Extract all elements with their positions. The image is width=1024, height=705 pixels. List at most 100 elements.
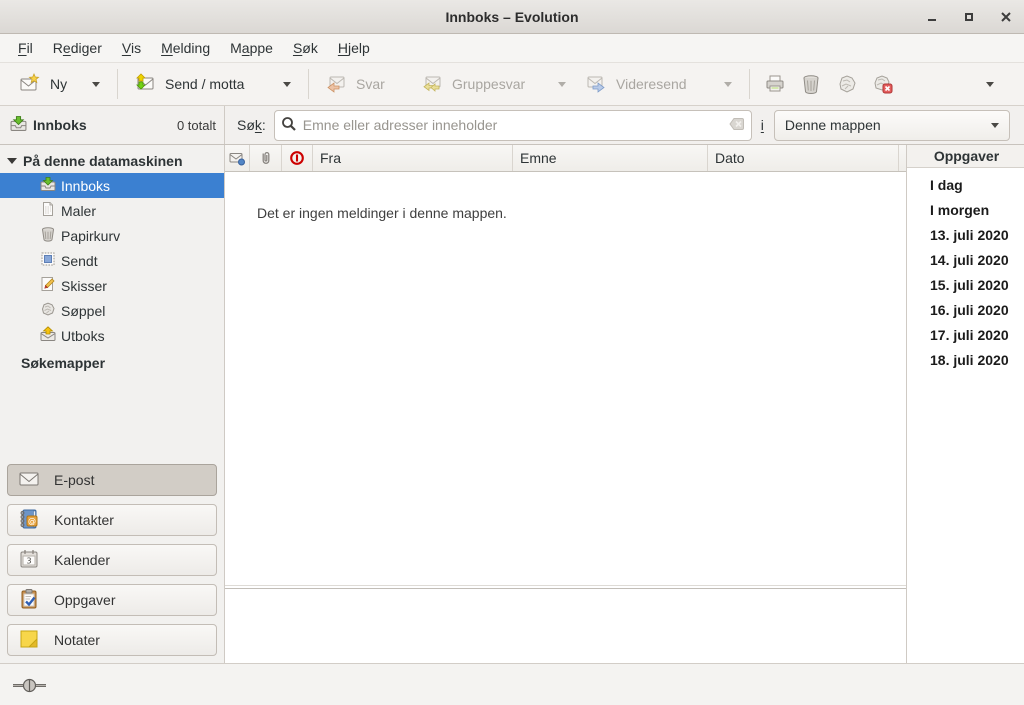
- menu-rediger[interactable]: Rediger: [43, 34, 112, 63]
- switcher-label: Kalender: [54, 552, 110, 568]
- not-junk-button[interactable]: [865, 67, 901, 101]
- search-label: Søk:: [237, 117, 266, 133]
- menu-melding[interactable]: Melding: [151, 34, 220, 63]
- new-message-button[interactable]: Ny: [10, 67, 110, 101]
- junk-icon: [40, 301, 56, 320]
- clear-search-icon[interactable]: [729, 116, 745, 135]
- search-scope-value: Denne mappen: [785, 117, 881, 133]
- trash-icon: [40, 226, 56, 245]
- switcher-contacts-button[interactable]: @ Kontakter: [7, 504, 217, 536]
- new-mail-icon: [20, 73, 40, 96]
- forward-label: Videresend: [616, 76, 687, 92]
- task-group-date[interactable]: 15. juli 2020: [907, 273, 1024, 298]
- task-group-date[interactable]: 17. juli 2020: [907, 323, 1024, 348]
- expander-icon[interactable]: [7, 158, 17, 164]
- folder-label: Innboks: [61, 178, 110, 194]
- folder-sidebar: På denne datamaskinen Innboks: [0, 145, 225, 663]
- send-receive-label: Send / motta: [165, 76, 244, 92]
- group-reply-dropdown-icon[interactable]: [558, 82, 566, 87]
- send-receive-icon: [135, 73, 155, 96]
- search-input[interactable]: [303, 117, 723, 133]
- search-icon: [281, 116, 297, 135]
- trash-icon: [800, 73, 822, 95]
- tasks-pane: Oppgaver I dag I morgen 13. juli 2020 14…: [907, 145, 1024, 663]
- printer-icon: [764, 73, 786, 95]
- folder-label: Sendt: [61, 253, 98, 269]
- sidebar-item-skisser[interactable]: Skisser: [0, 273, 224, 298]
- sidebar-item-innboks[interactable]: Innboks: [0, 173, 224, 198]
- sidebar-item-maler[interactable]: Maler: [0, 198, 224, 223]
- group-reply-button[interactable]: Gruppesvar: [412, 67, 576, 101]
- sidebar-item-soppel[interactable]: Søppel: [0, 298, 224, 323]
- switcher-calendar-button[interactable]: 3 Kalender: [7, 544, 217, 576]
- task-group-today[interactable]: I dag: [907, 173, 1024, 198]
- titlebar: Innboks – Evolution: [0, 0, 1024, 34]
- current-folder-indicator: Innboks 0 totalt: [0, 106, 225, 144]
- folder-label: Utboks: [61, 328, 105, 344]
- task-group-date[interactable]: 16. juli 2020: [907, 298, 1024, 323]
- sidebar-item-sokemapper[interactable]: Søkemapper: [0, 350, 224, 375]
- sent-icon: [40, 251, 56, 270]
- group-reply-label: Gruppesvar: [452, 76, 525, 92]
- send-receive-button[interactable]: Send / motta: [125, 67, 301, 101]
- switcher-notes-button[interactable]: Notater: [7, 624, 217, 656]
- message-list: Fra Emne Dato Det er ingen meldinger i d…: [225, 145, 907, 663]
- menu-mappe[interactable]: Mappe: [220, 34, 283, 63]
- tree-root-on-this-computer[interactable]: På denne datamaskinen: [0, 148, 224, 173]
- switcher-label: E-post: [54, 472, 94, 488]
- new-message-label: Ny: [50, 76, 67, 92]
- important-icon: [289, 150, 305, 166]
- switcher-label: Notater: [54, 632, 100, 648]
- task-group-date[interactable]: 14. juli 2020: [907, 248, 1024, 273]
- tasks-pane-header[interactable]: Oppgaver: [907, 145, 1024, 168]
- chevron-down-icon: [991, 123, 999, 128]
- close-icon[interactable]: [994, 5, 1018, 29]
- preview-pane-splitter[interactable]: [225, 585, 906, 589]
- search-scope-dropdown[interactable]: Denne mappen: [774, 110, 1010, 141]
- switcher-tasks-button[interactable]: Oppgaver: [7, 584, 217, 616]
- menu-vis[interactable]: Vis: [112, 34, 151, 63]
- reply-icon: [326, 73, 346, 96]
- junk-icon: [836, 73, 858, 95]
- column-subject[interactable]: Emne: [513, 145, 708, 171]
- maximize-icon[interactable]: [957, 5, 981, 29]
- message-list-header: Fra Emne Dato: [225, 145, 906, 172]
- sidebar-item-sendt[interactable]: Sendt: [0, 248, 224, 273]
- tasks-list: I dag I morgen 13. juli 2020 14. juli 20…: [907, 168, 1024, 373]
- minimize-icon[interactable]: [920, 5, 944, 29]
- tasks-icon: [18, 588, 40, 613]
- column-read-status[interactable]: [225, 145, 250, 171]
- new-message-dropdown-icon[interactable]: [92, 82, 100, 87]
- menu-hjelp[interactable]: Hjelp: [328, 34, 380, 63]
- task-group-date[interactable]: 18. juli 2020: [907, 348, 1024, 373]
- sidebar-item-papirkurv[interactable]: Papirkurv: [0, 223, 224, 248]
- print-button[interactable]: [757, 67, 793, 101]
- switcher-mail-button[interactable]: E-post: [7, 464, 217, 496]
- forward-button[interactable]: Videresend: [576, 67, 742, 101]
- switcher-label: Oppgaver: [54, 592, 115, 608]
- column-attachment[interactable]: [250, 145, 282, 171]
- svg-text:3: 3: [26, 556, 31, 565]
- folder-label: Søppel: [61, 303, 105, 319]
- forward-icon: [586, 73, 606, 96]
- column-date[interactable]: Dato: [708, 145, 899, 171]
- junk-button[interactable]: [829, 67, 865, 101]
- forward-dropdown-icon[interactable]: [724, 82, 732, 87]
- notes-icon: [18, 628, 40, 653]
- task-group-date[interactable]: 13. juli 2020: [907, 223, 1024, 248]
- sidebar-item-utboks[interactable]: Utboks: [0, 323, 224, 348]
- menu-sok[interactable]: Søk: [283, 34, 328, 63]
- menu-fil[interactable]: Fil: [8, 34, 43, 63]
- column-important[interactable]: [282, 145, 313, 171]
- attachment-icon: [258, 150, 274, 166]
- delete-button[interactable]: [793, 67, 829, 101]
- task-group-tomorrow[interactable]: I morgen: [907, 198, 1024, 223]
- contacts-icon: @: [18, 508, 40, 533]
- online-status-icon[interactable]: [13, 678, 47, 696]
- column-from[interactable]: Fra: [313, 145, 513, 171]
- toolbar-overflow-button[interactable]: [972, 67, 1008, 101]
- reply-button[interactable]: Svar: [316, 67, 412, 101]
- menubar: Fil Rediger Vis Melding Mappe Søk Hjelp: [0, 34, 1024, 63]
- folder-label: Papirkurv: [61, 228, 120, 244]
- send-receive-dropdown-icon[interactable]: [283, 82, 291, 87]
